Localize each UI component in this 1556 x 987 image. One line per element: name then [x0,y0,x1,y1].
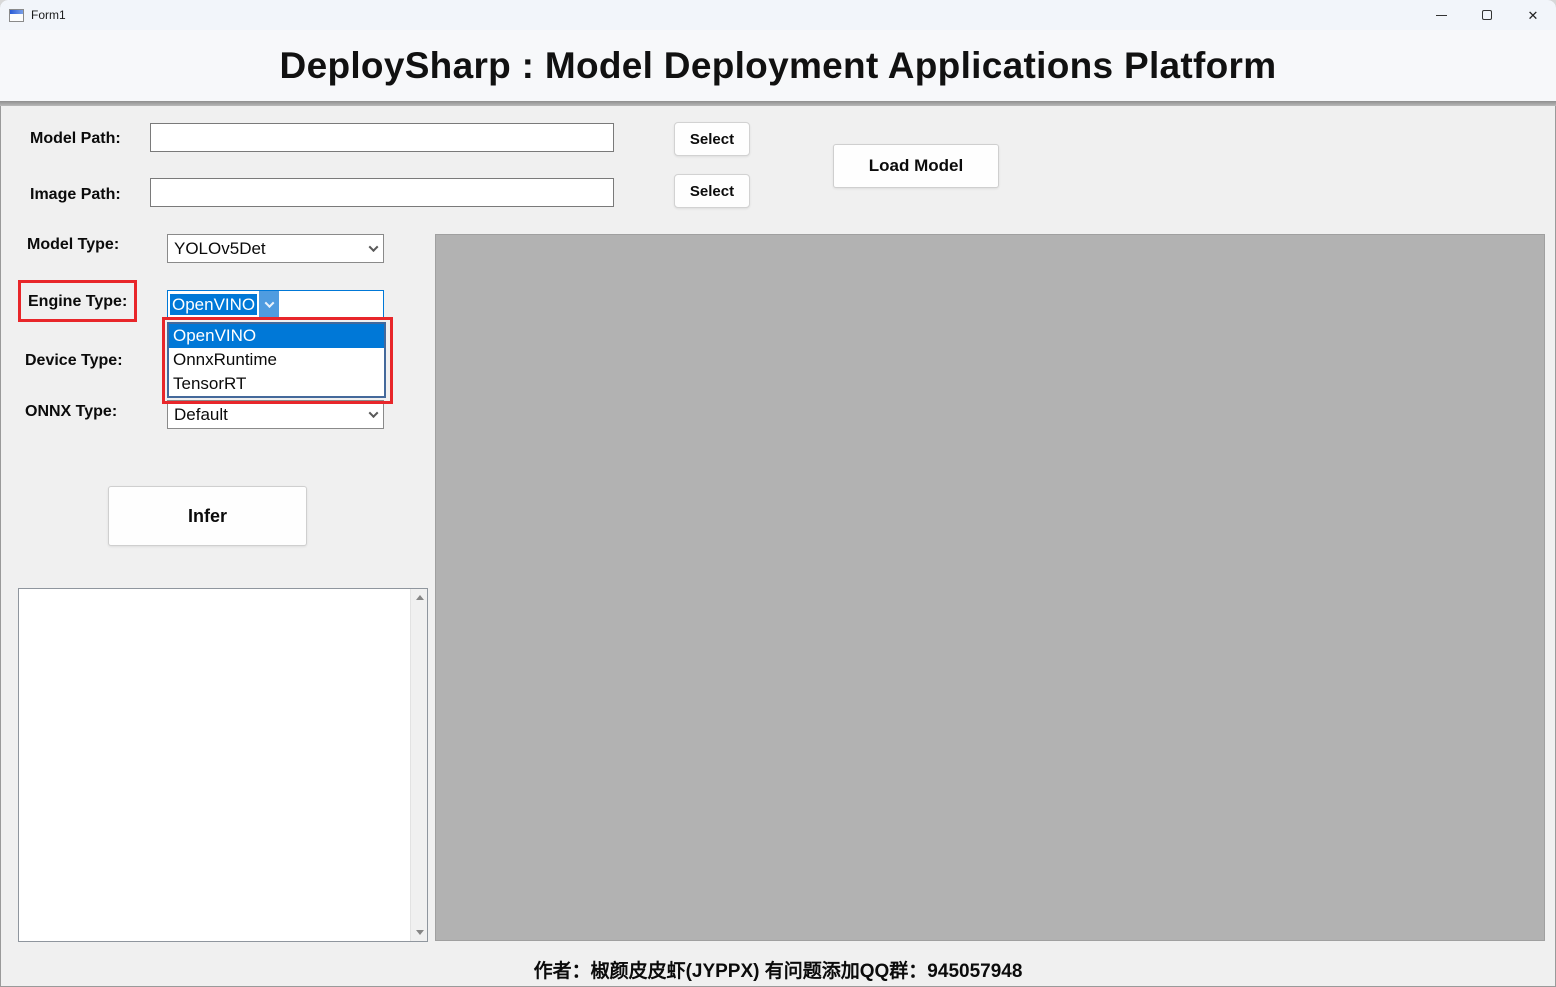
maximize-icon [1482,10,1492,20]
model-type-dropdown-button[interactable] [363,235,383,262]
minimize-icon [1435,14,1447,16]
onnx-type-value: Default [174,404,228,424]
onnx-type-combobox[interactable]: Default [167,400,384,429]
model-path-label: Model Path: [30,130,121,147]
image-path-label: Image Path: [30,186,121,203]
minimize-button[interactable] [1418,0,1464,30]
close-icon: ✕ [1527,7,1539,23]
onnx-type-label: ONNX Type: [25,403,118,420]
chevron-down-icon [264,298,275,309]
title-bar: Form1 ✕ [0,0,1556,30]
app-window: Form1 ✕ DeploySharp : Model Deployment A… [0,0,1556,987]
scroll-down-icon[interactable] [411,924,428,941]
model-type-combobox[interactable]: YOLOv5Det [167,234,384,263]
model-type-label: Model Type: [27,236,120,253]
page-title: DeploySharp : Model Deployment Applicati… [279,44,1277,86]
device-type-label: Device Type: [25,352,123,369]
window-title: Form1 [31,8,66,22]
form-icon [9,8,24,22]
maximize-button[interactable] [1464,0,1510,30]
listbox-scrollbar[interactable] [410,589,427,941]
model-path-select-button[interactable]: Select [674,122,750,156]
header-divider [0,101,1556,106]
model-path-input[interactable] [150,123,614,152]
infer-button[interactable]: Infer [108,486,307,546]
app-header: DeploySharp : Model Deployment Applicati… [0,30,1556,101]
engine-type-label: Engine Type: [28,293,128,310]
load-model-button[interactable]: Load Model [833,144,999,188]
dropdown-option-tensorrt[interactable]: TensorRT [169,372,384,396]
close-button[interactable]: ✕ [1510,0,1556,30]
output-listbox[interactable] [18,588,428,942]
chevron-down-icon [368,408,378,419]
chevron-down-icon [368,242,378,253]
engine-type-value: OpenVINO [170,293,258,315]
image-path-input[interactable] [150,178,614,207]
engine-type-dropdown-button[interactable] [259,291,280,318]
engine-type-combobox[interactable]: OpenVINO [167,290,384,319]
footer-author-text: 作者：椒颜皮皮虾(JYPPX) 有问题添加QQ群：945057948 [533,961,1023,982]
image-display-area [435,234,1545,941]
dropdown-option-onnxruntime[interactable]: OnnxRuntime [169,348,384,372]
model-type-value: YOLOv5Det [174,238,266,258]
dropdown-option-openvino[interactable]: OpenVINO [169,324,384,348]
image-path-select-button[interactable]: Select [674,174,750,208]
scroll-up-icon[interactable] [411,589,428,606]
onnx-type-dropdown-button[interactable] [363,401,383,428]
engine-type-dropdown-list: OpenVINO OnnxRuntime TensorRT [167,322,386,398]
